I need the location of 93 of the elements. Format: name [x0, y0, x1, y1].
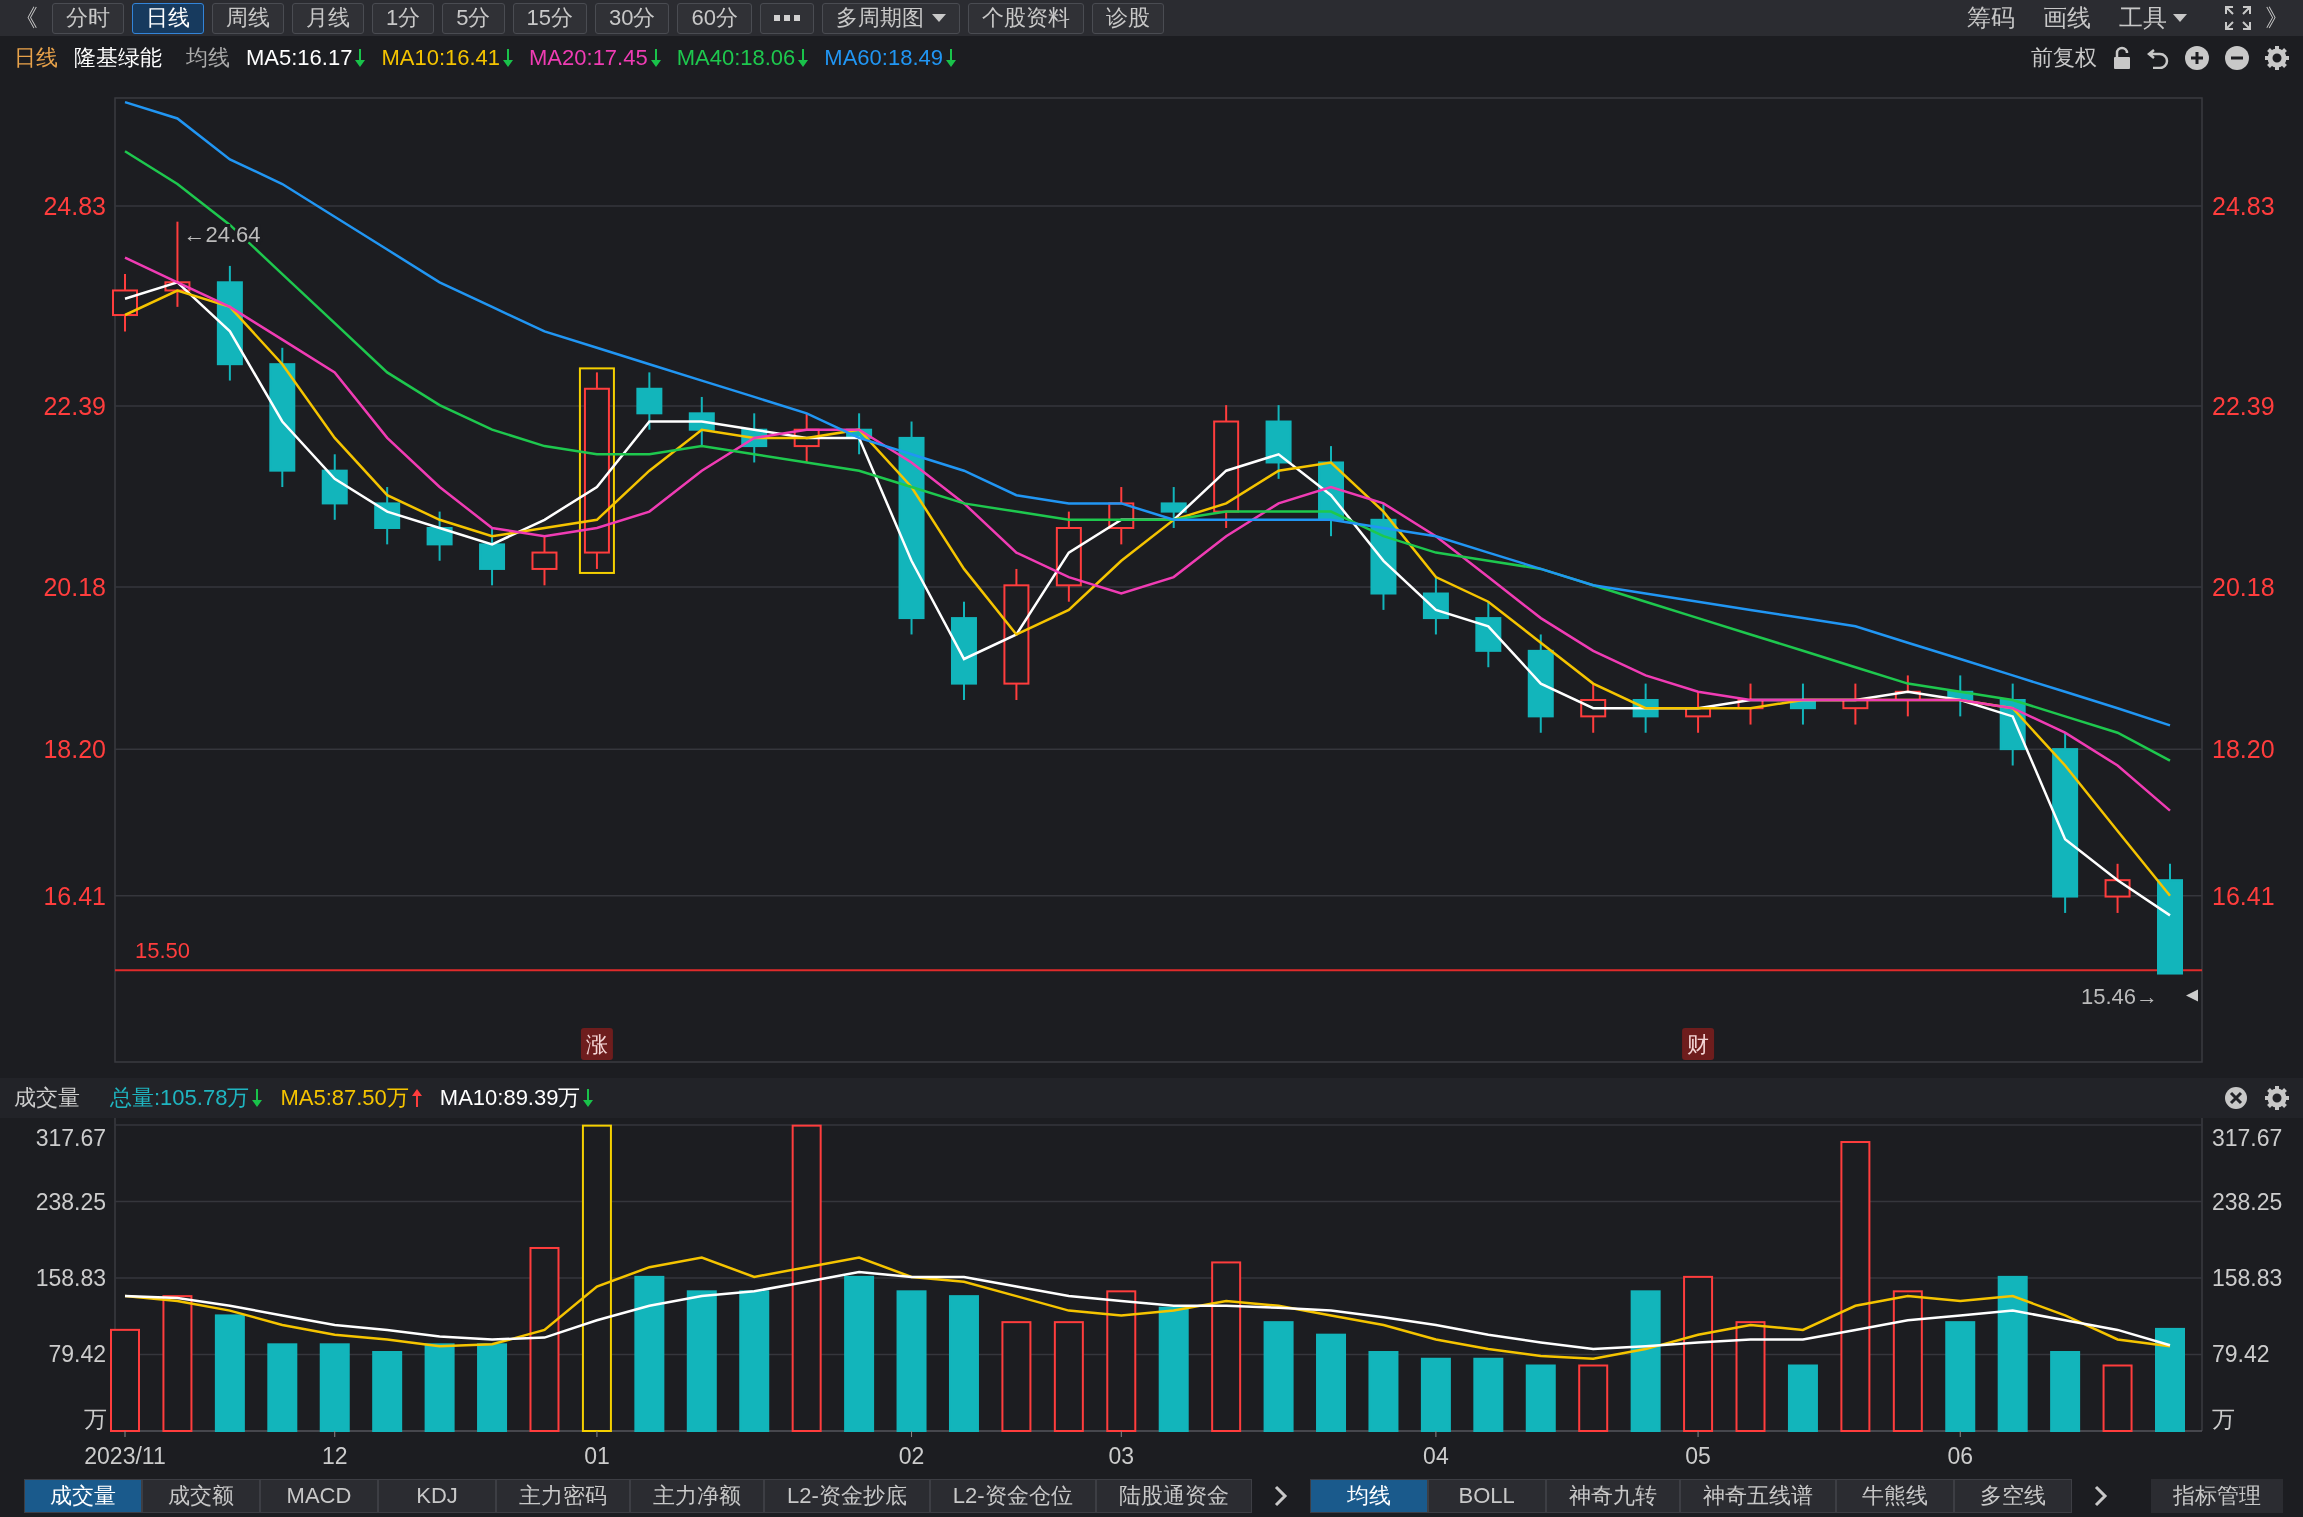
axis-label: 18.20: [43, 735, 106, 764]
stock-name: 隆基绿能: [74, 44, 162, 72]
axis-label: 317.67: [35, 1125, 106, 1151]
caret-icon: [931, 14, 946, 22]
indicator-tab[interactable]: 多空线: [1953, 1479, 2072, 1513]
zoom-out-icon[interactable]: [2225, 46, 2249, 70]
dropdown-button[interactable]: 多周期图: [821, 2, 960, 34]
unit-label: 万: [2212, 1406, 2235, 1432]
chevron-right-icon[interactable]: [1273, 1485, 1288, 1507]
period-tab[interactable]: 日线: [132, 2, 204, 34]
axis-label: 16.41: [2212, 881, 2275, 910]
volume-value: 总量:105.78万: [110, 1084, 250, 1112]
axis-label: 24.83: [43, 192, 106, 221]
axis-label: 20.18: [43, 572, 106, 601]
fullscreen-icon[interactable]: [2225, 6, 2251, 30]
period-tab[interactable]: 5分: [442, 2, 505, 34]
settings-icon[interactable]: [2265, 46, 2289, 70]
period-label: 日线: [14, 44, 58, 72]
zoom-in-icon[interactable]: [2185, 46, 2209, 70]
indicator-tab[interactable]: KDJ: [378, 1479, 496, 1513]
volume-value: MA10:89.39万: [439, 1084, 581, 1112]
tool-button[interactable]: 筹码: [1967, 2, 2015, 34]
indicator-manage-button[interactable]: 指标管理: [2151, 1479, 2283, 1513]
axis-label: 238.25: [35, 1188, 106, 1215]
settings-icon[interactable]: [2265, 1086, 2289, 1110]
undo-icon[interactable]: [2147, 47, 2169, 69]
indicator-tab[interactable]: 成交量: [24, 1479, 142, 1513]
moving-average-value: MA10:16.41: [381, 45, 501, 71]
indicator-tab[interactable]: 主力净额: [630, 1479, 764, 1513]
toolbar-button[interactable]: 个股资料: [967, 2, 1084, 34]
tool-button[interactable]: 画线: [2043, 2, 2091, 34]
indicator-tab[interactable]: BOLL: [1427, 1479, 1546, 1513]
indicator-label: 均线: [186, 44, 230, 72]
indicator-tab[interactable]: MACD: [260, 1479, 378, 1513]
axis-label: 01: [584, 1443, 610, 1469]
axis-label: 20.18: [2212, 572, 2275, 601]
axis-label: 22.39: [2212, 391, 2275, 420]
moving-average-value: MA20:17.45: [529, 45, 648, 71]
indicator-tab[interactable]: 牛熊线: [1835, 1479, 1954, 1513]
event-badge[interactable]: 财: [1682, 1028, 1715, 1060]
indicator-tab[interactable]: 均线: [1309, 1479, 1428, 1513]
axis-label: 158.83: [2212, 1265, 2283, 1291]
axis-label: 2023/11: [84, 1443, 166, 1469]
unit-label: 万: [84, 1406, 107, 1432]
axis-label: 24.83: [2212, 192, 2275, 221]
moving-average-value: MA5:16.17: [246, 45, 353, 71]
indicator-tab[interactable]: 陆股通资金: [1095, 1479, 1252, 1513]
axis-label: 04: [1423, 1443, 1449, 1469]
chevron-right-icon[interactable]: [2093, 1485, 2108, 1507]
pointer-icon: [2186, 989, 2198, 1002]
period-tab[interactable]: 1分: [372, 2, 435, 34]
axis-label: 22.39: [43, 391, 106, 420]
indicator-tab[interactable]: 神奇九转: [1545, 1479, 1680, 1513]
caret-icon: [2173, 14, 2187, 22]
period-tab[interactable]: 30分: [595, 2, 670, 34]
lock-icon[interactable]: [2113, 46, 2131, 70]
period-tab[interactable]: 15分: [512, 2, 587, 34]
axis-label: 79.42: [48, 1341, 106, 1368]
low-label: 15.46→: [2080, 983, 2158, 1009]
more-icon: [773, 15, 800, 21]
toolbar-button[interactable]: 诊股: [1091, 2, 1164, 34]
period-tab[interactable]: 分时: [52, 2, 124, 34]
indicator-tab[interactable]: 神奇五线谱: [1679, 1479, 1836, 1513]
axis-label: 158.83: [35, 1265, 106, 1291]
reference-line-label: 15.50: [135, 938, 191, 964]
axis-label: 18.20: [2212, 735, 2275, 764]
indicator-tab[interactable]: 成交额: [142, 1479, 260, 1513]
axis-label: 02: [898, 1443, 925, 1469]
volume-value: MA5:87.50万: [280, 1084, 409, 1112]
axis-label: 317.67: [2212, 1125, 2283, 1151]
adjust-mode[interactable]: 前复权: [2031, 43, 2097, 73]
moving-average-value: MA40:18.06: [676, 45, 796, 71]
period-tab[interactable]: 周线: [212, 2, 284, 34]
axis-label: 05: [1685, 1443, 1711, 1469]
forward-button[interactable]: 》: [2259, 2, 2295, 34]
indicator-tab[interactable]: L2-资金仓位: [929, 1479, 1096, 1513]
axis-label: 12: [321, 1443, 348, 1469]
tool-menu[interactable]: 工具: [2119, 2, 2187, 34]
axis-label: 06: [1947, 1443, 1974, 1469]
indicator-tab[interactable]: 主力密码: [496, 1479, 630, 1513]
axis-label: 238.25: [2212, 1188, 2283, 1215]
close-icon[interactable]: [2225, 1087, 2247, 1109]
axis-label: 16.41: [43, 881, 106, 910]
indicator-tab[interactable]: L2-资金抄底: [764, 1479, 930, 1513]
axis-label: 03: [1108, 1443, 1135, 1469]
period-tab[interactable]: 月线: [292, 2, 364, 34]
back-button[interactable]: 《: [8, 2, 44, 34]
axis-label: 79.42: [2212, 1341, 2270, 1368]
moving-average-value: MA60:18.49: [824, 45, 943, 71]
event-badge[interactable]: 涨: [580, 1028, 613, 1060]
more-button[interactable]: [759, 2, 814, 34]
volume-title: 成交量: [14, 1084, 80, 1112]
period-tab[interactable]: 60分: [677, 2, 752, 34]
